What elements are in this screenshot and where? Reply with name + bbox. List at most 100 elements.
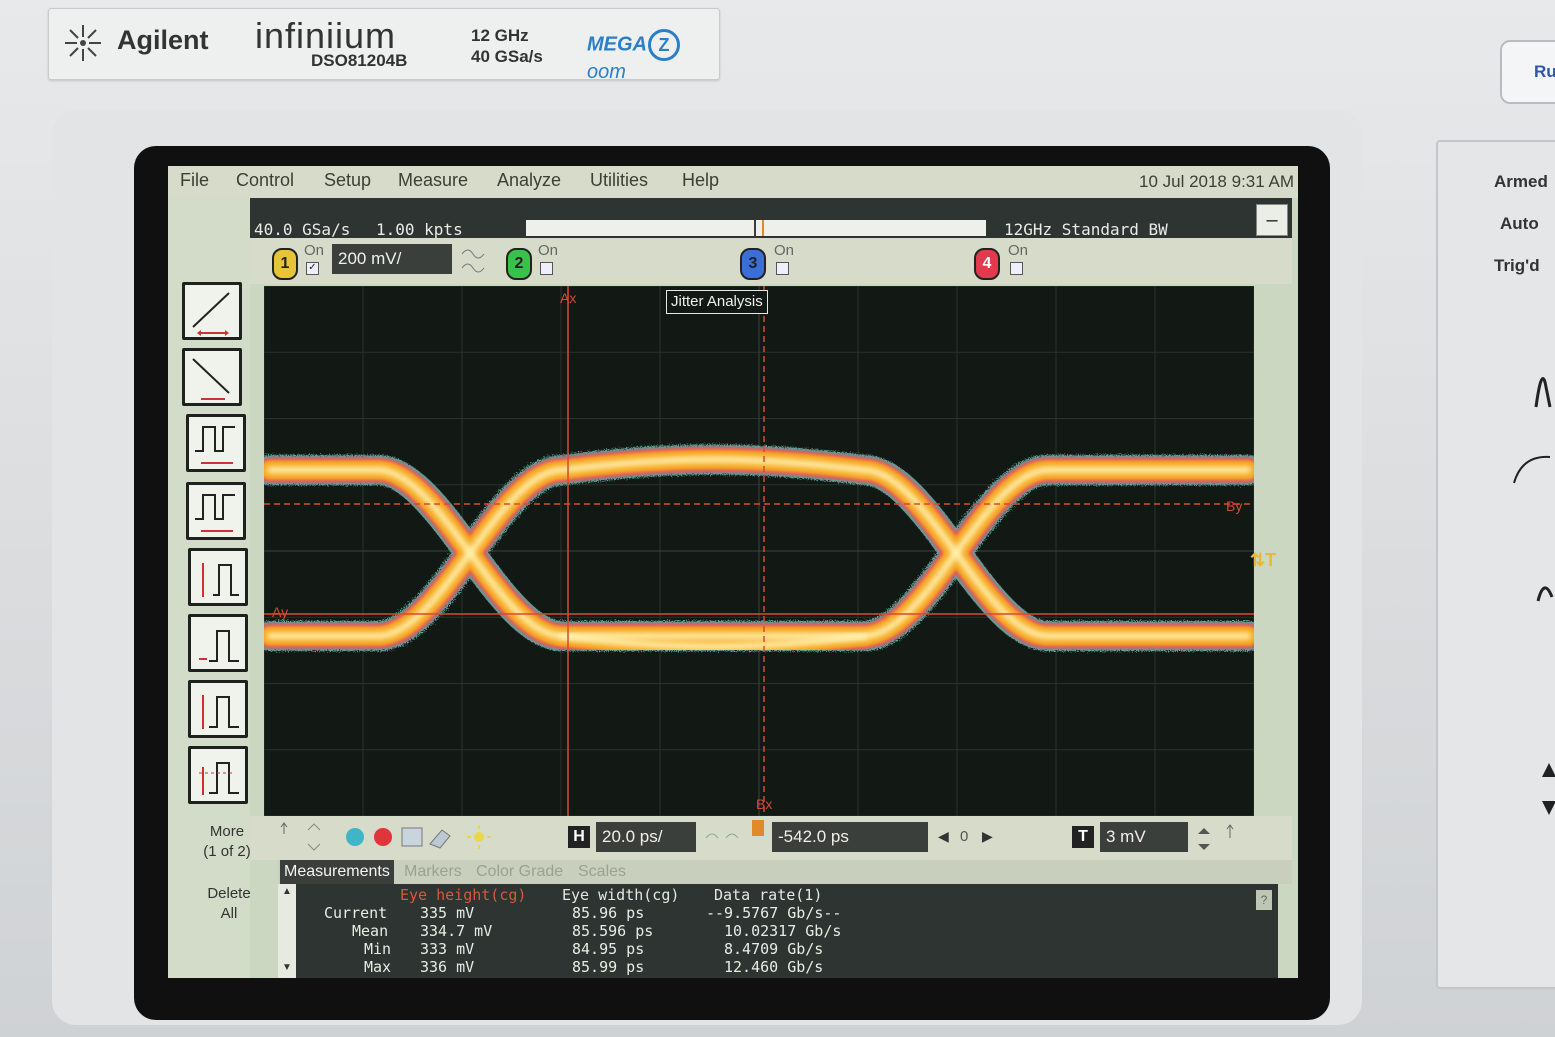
measurements-help-button[interactable]: ?: [1256, 890, 1272, 910]
fall-time-icon: [192, 358, 230, 400]
channel-4-on-label: On: [1008, 242, 1029, 259]
delay-reference[interactable]: 0: [960, 828, 968, 845]
curve-edge-icon: [1513, 455, 1551, 484]
menu-bar: File Control Setup Measure Analyze Utili…: [168, 166, 1298, 198]
channel-1-on-label: On: [304, 242, 325, 259]
acquisition-info-bar: 40.0 GSa/s 1.00 kpts 12GHz Standard BW –: [250, 198, 1292, 239]
vpp-button[interactable]: [188, 548, 248, 606]
rise-time-icon: [192, 292, 230, 336]
channel-2-checkbox[interactable]: [540, 262, 553, 275]
spec-sample-rate: 40 GSa/s: [471, 47, 543, 66]
min-eye-height: 333 mV: [420, 940, 475, 958]
mean-eye-height: 334.7 mV: [420, 922, 493, 940]
acquisition-position-bar[interactable]: [526, 220, 986, 236]
waveform-display[interactable]: Jitter Analysis Ax Bx Ay By: [264, 286, 1254, 816]
spec-bandwidth: 12 GHz: [471, 26, 529, 45]
clear-display-icon[interactable]: [429, 829, 451, 849]
row-label-current: Current: [324, 904, 388, 922]
frequency-icon: [195, 494, 235, 532]
channel-1-checkbox[interactable]: ✓: [306, 262, 319, 275]
channel-1-scale[interactable]: 200 mV/: [332, 244, 452, 274]
vmin-icon: [199, 762, 239, 795]
timebase-field[interactable]: 20.0 ps/: [596, 822, 696, 852]
menu-file[interactable]: File: [180, 170, 209, 191]
vavg-button[interactable]: [188, 614, 248, 672]
datetime: 10 Jul 2018 9:31 AM: [1138, 172, 1294, 191]
channel-4-badge[interactable]: 4: [974, 248, 1000, 280]
tab-markers[interactable]: Markers: [400, 860, 466, 884]
rise-time-button[interactable]: [182, 282, 242, 340]
menu-utilities[interactable]: Utilities: [590, 170, 648, 191]
results-tabs: Measurements Markers Color Grade Scales: [278, 860, 1292, 884]
menu-setup[interactable]: Setup: [324, 170, 371, 191]
fall-time-button[interactable]: [182, 348, 242, 406]
header-eye-width: Eye width(cg): [562, 886, 680, 904]
delete-all-label: All: [220, 905, 238, 922]
frequency-button[interactable]: [186, 482, 246, 540]
trigger-level-stepper-icon[interactable]: [1194, 822, 1244, 854]
vavg-icon: [199, 630, 239, 662]
marker-ay-label: Ay: [272, 604, 289, 620]
single-acquire-icon[interactable]: [401, 827, 423, 847]
vpp-icon: [202, 563, 239, 597]
acquisition-trigger-marker: [762, 220, 764, 236]
record-points: 1.00 kpts: [376, 220, 463, 239]
rising-edge-icon: [1534, 377, 1552, 408]
menu-measure[interactable]: Measure: [398, 170, 468, 191]
hardware-status-panel: Armed Auto Trig'd: [1436, 140, 1555, 989]
vmax-button[interactable]: [188, 680, 248, 738]
brightness-icon[interactable]: [466, 824, 492, 850]
current-data-rate: --9.5767 Gb/s--: [706, 904, 842, 922]
delay-field[interactable]: -542.0 ps: [772, 822, 928, 852]
menu-help[interactable]: Help: [682, 170, 719, 191]
trigger-label-icon: T: [1072, 826, 1094, 848]
tab-measurements[interactable]: Measurements: [280, 860, 394, 884]
channel-3-checkbox[interactable]: [776, 262, 789, 275]
marker-bx-label: Bx: [756, 796, 773, 812]
trigger-level-icon[interactable]: ⇅T: [1250, 550, 1276, 571]
status-armed: Armed: [1494, 172, 1548, 191]
vmin-button[interactable]: [188, 746, 248, 804]
eye-diagram-canvas: [264, 286, 1254, 816]
acquisition-position-marker: [754, 220, 756, 236]
delay-right-arrow-icon[interactable]: ▶: [982, 828, 993, 845]
delete-all-button[interactable]: Delete All: [188, 884, 270, 924]
current-eye-width: 85.96 ps: [572, 904, 645, 922]
horizontal-label-icon: H: [568, 826, 590, 848]
menu-control[interactable]: Control: [236, 170, 294, 191]
stop-indicator-icon[interactable]: [374, 828, 392, 846]
sample-rate: 40.0 GSa/s: [254, 220, 351, 239]
channel-3-badge[interactable]: 3: [740, 248, 766, 280]
graticule-grid: [264, 286, 1254, 816]
timebase-stepper-icon[interactable]: [702, 822, 746, 854]
measurements-scrollbar[interactable]: ▲ ▼: [278, 884, 296, 978]
lcd-display: File Control Setup Measure Analyze Utili…: [168, 166, 1298, 978]
period-button[interactable]: [186, 414, 246, 472]
channel-1-scale-stepper-icon[interactable]: [458, 244, 488, 276]
max-eye-width: 85.99 ps: [572, 958, 645, 976]
channel-1-badge[interactable]: 1: [272, 248, 298, 280]
vertical-offset-stepper-icon[interactable]: [278, 820, 338, 856]
megazoom-logo: MEGA Zoom: [587, 29, 719, 84]
tab-scales[interactable]: Scales: [574, 860, 630, 884]
delay-left-arrow-icon[interactable]: ◀: [938, 828, 949, 845]
run-button[interactable]: Ru: [1500, 40, 1555, 104]
brand-model: DSO81204B: [311, 51, 408, 70]
display-tools-icons: [401, 827, 451, 849]
trigger-level-field[interactable]: 3 mV: [1100, 822, 1188, 852]
channel-2-badge[interactable]: 2: [506, 248, 532, 280]
tab-color-grade[interactable]: Color Grade: [472, 860, 567, 884]
header-data-rate: Data rate(1): [714, 886, 823, 904]
channel-4-checkbox[interactable]: [1010, 262, 1023, 275]
scroll-down-icon[interactable]: ▼: [282, 962, 292, 973]
control-bar: H 20.0 ps/ -542.0 ps ◀ 0 ▶ T 3 mV: [250, 816, 1292, 860]
scroll-up-icon[interactable]: ▲: [282, 886, 292, 897]
brand-specs: 12 GHz 40 GSa/s: [471, 25, 543, 67]
menu-analyze[interactable]: Analyze: [497, 170, 561, 191]
run-indicator-icon[interactable]: [346, 828, 364, 846]
brand-company: Agilent: [117, 25, 209, 55]
arrow-up-down-icon: [1542, 763, 1555, 815]
mean-data-rate: 10.02317 Gb/s: [724, 922, 842, 940]
megazoom-suffix: oom: [587, 61, 626, 83]
minimize-button[interactable]: –: [1256, 204, 1288, 236]
